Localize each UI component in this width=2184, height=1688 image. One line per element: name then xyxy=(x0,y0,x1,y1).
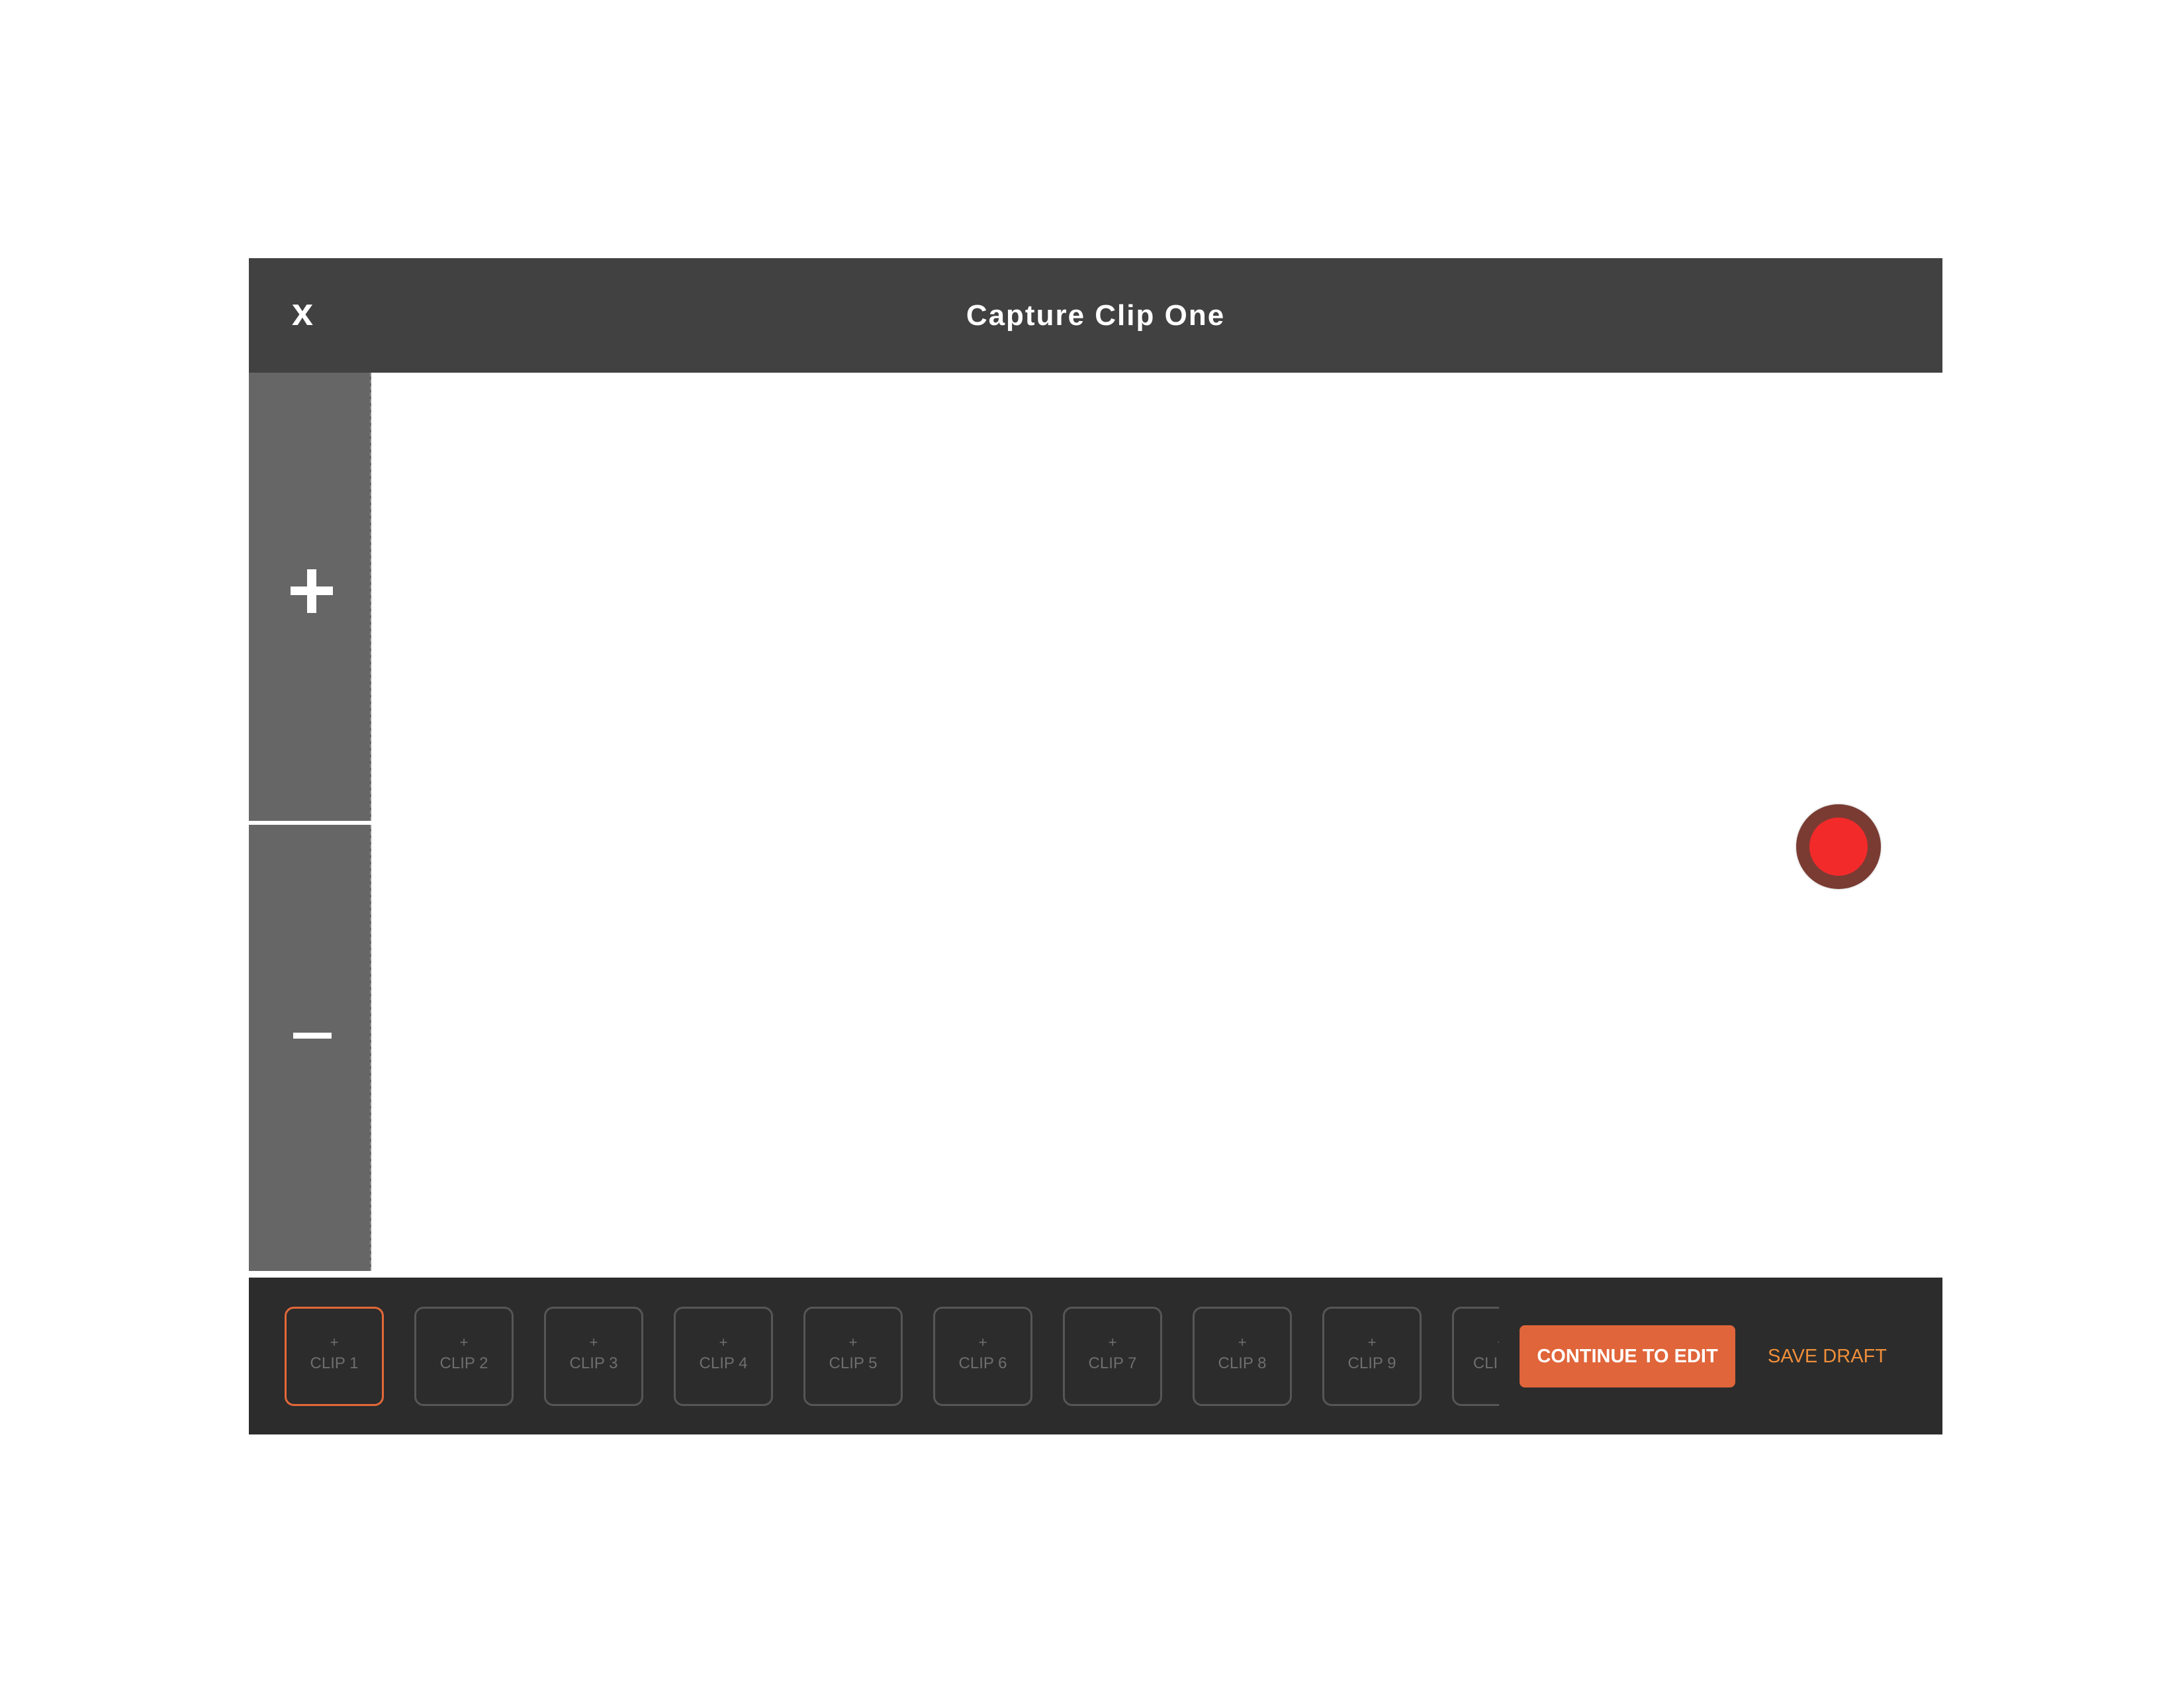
clip-strip[interactable]: + CLIP 1 + CLIP 2 + CLIP 3 + CLIP 4 + CLIP 5 + CLIP… xyxy=(285,1307,1499,1407)
footer-bar: + CLIP 1 + CLIP 2 + CLIP 3 + CLIP 4 + CLIP 5 + CLIP… xyxy=(249,1278,1942,1434)
clip-slot[interactable]: + CLIP 9 xyxy=(1322,1307,1422,1406)
clip-slot[interactable]: + CLIP 2 xyxy=(414,1307,514,1406)
add-clip-icon: + xyxy=(330,1334,339,1350)
clip-label: CLIP 8 xyxy=(1218,1354,1267,1372)
clip-label: CLIP 1 xyxy=(310,1354,359,1372)
minus-icon xyxy=(293,1033,332,1039)
add-clip-icon: + xyxy=(589,1334,598,1350)
close-button[interactable]: x xyxy=(279,286,326,339)
clip-label: CLIP 4 xyxy=(699,1354,748,1372)
clip-label: CLIP 7 xyxy=(1088,1354,1137,1372)
save-draft-button[interactable]: SAVE DRAFT xyxy=(1752,1325,1902,1387)
clip-slot[interactable]: + CLIP 10 xyxy=(1452,1307,1499,1406)
clip-label: CLIP 6 xyxy=(958,1354,1007,1372)
clip-slot[interactable]: + CLIP 5 xyxy=(803,1307,903,1406)
clip-label: CLIP 5 xyxy=(829,1354,878,1372)
clip-slot[interactable]: + CLIP 3 xyxy=(544,1307,643,1406)
clip-slot[interactable]: + CLIP 6 xyxy=(933,1307,1032,1406)
add-clip-icon: + xyxy=(848,1334,858,1350)
page-title: Capture Clip One xyxy=(966,299,1226,332)
capture-screen: x Capture Clip One + CLIP 1 + CLIP 2 + CLIP 3… xyxy=(249,258,1942,1434)
add-clip-icon: + xyxy=(719,1334,728,1350)
header-bar: x Capture Clip One xyxy=(249,258,1942,373)
add-clip-icon: + xyxy=(1108,1334,1117,1350)
record-icon xyxy=(1809,818,1868,876)
clip-slot[interactable]: + CLIP 7 xyxy=(1063,1307,1162,1406)
clip-slot[interactable]: + CLIP 1 xyxy=(285,1307,384,1406)
add-clip-icon: + xyxy=(1367,1334,1377,1350)
continue-to-edit-button[interactable]: CONTINUE TO EDIT xyxy=(1520,1325,1735,1387)
zoom-out-button[interactable] xyxy=(249,825,371,1271)
add-clip-icon: + xyxy=(459,1334,469,1350)
clip-label: CLIP 2 xyxy=(439,1354,488,1372)
clip-label: CLIP 3 xyxy=(569,1354,618,1372)
clip-slot[interactable]: + CLIP 8 xyxy=(1193,1307,1292,1406)
zoom-in-button[interactable] xyxy=(249,373,371,821)
clip-label: CLIP 10 xyxy=(1473,1354,1499,1372)
add-clip-icon: + xyxy=(978,1334,987,1350)
record-button[interactable] xyxy=(1796,804,1881,889)
add-clip-icon: + xyxy=(1238,1334,1247,1350)
add-clip-icon: + xyxy=(1454,1335,1499,1350)
clip-label: CLIP 9 xyxy=(1347,1354,1396,1372)
clip-slot[interactable]: + CLIP 4 xyxy=(674,1307,773,1406)
zoom-panel xyxy=(249,373,372,1271)
